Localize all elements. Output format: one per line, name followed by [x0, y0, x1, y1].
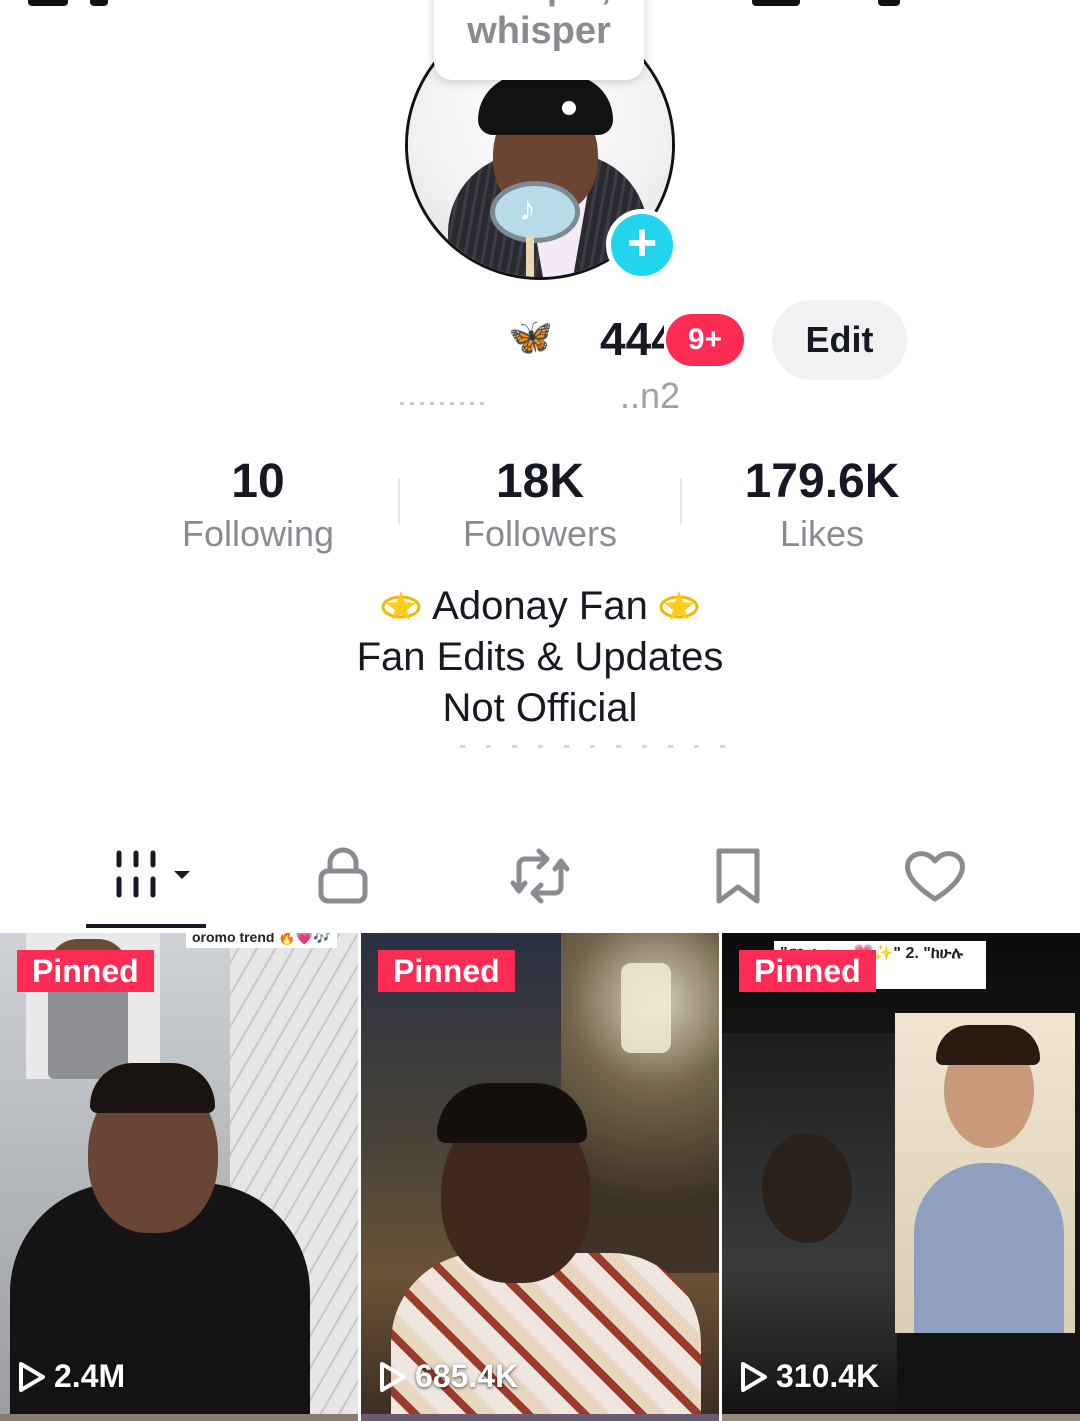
- butterfly-icon: 🦋: [508, 316, 553, 357]
- bubble-line-1: whisper,: [434, 0, 644, 8]
- pinned-badge: Pinned: [378, 950, 515, 992]
- stat-value: 179.6K: [744, 455, 900, 508]
- notification-badge[interactable]: 9+: [666, 314, 744, 366]
- stat-followers[interactable]: 18K Followers: [420, 452, 660, 556]
- tab-videos[interactable]: [112, 845, 196, 907]
- video-tile[interactable]: Pinned 685.4K: [361, 933, 719, 1421]
- video-tile-next: [0, 1414, 358, 1421]
- bubble-line-2: whisper: [467, 10, 611, 52]
- video-tile-next: [361, 1414, 719, 1421]
- status-bubble[interactable]: whisper, whisper: [434, 0, 644, 80]
- add-story-button[interactable]: +: [606, 209, 678, 281]
- tab-private[interactable]: [308, 845, 378, 907]
- bio-line-3: Not Official: [442, 686, 638, 730]
- play-icon: [380, 1362, 406, 1392]
- video-caption: oromo trend 🔥💗🎶: [186, 933, 337, 948]
- tab-favorites[interactable]: [703, 845, 773, 907]
- status-bar-fragment: [752, 0, 800, 6]
- bio-line-1: Adonay Fan: [0, 580, 1080, 632]
- stat-label: Followers: [462, 513, 618, 554]
- dizzy-star-icon: [381, 591, 421, 620]
- play-icon: [19, 1362, 45, 1392]
- play-icon: [741, 1362, 767, 1392]
- view-count: 2.4M: [18, 1358, 125, 1395]
- bookmark-icon: [716, 848, 760, 904]
- tab-liked[interactable]: [900, 845, 970, 907]
- stat-divider: [680, 478, 682, 524]
- videos-grid-icon: [116, 850, 190, 898]
- stat-following[interactable]: 10 Following: [138, 452, 378, 556]
- tab-reposts[interactable]: [505, 845, 575, 907]
- bio-link-fragment: [460, 745, 730, 748]
- subline-text: ..n2: [620, 380, 681, 412]
- tab-underline: [86, 924, 206, 928]
- pinned-badge: Pinned: [17, 950, 154, 992]
- subline-fragment: [400, 402, 490, 405]
- plus-icon: +: [626, 214, 658, 272]
- repost-icon: [510, 848, 570, 904]
- video-tile[interactable]: "ርን ሩ ዐሙ 💗✨" 2. "ከሁሉ ሸንፋል! 🫶" Pinned 310…: [722, 933, 1080, 1421]
- stat-likes[interactable]: 179.6K Likes: [702, 452, 942, 556]
- view-count: 310.4K: [740, 1358, 879, 1395]
- stat-label: Likes: [779, 513, 865, 554]
- bubble-tail: [562, 101, 576, 115]
- lock-icon: [318, 847, 368, 904]
- status-bar-fragment: [90, 0, 108, 6]
- stat-value: 10: [231, 455, 285, 508]
- username: 444: [600, 313, 664, 365]
- bio-line-2: Fan Edits & Updates: [356, 635, 724, 679]
- video-tile[interactable]: oromo trend 🔥💗🎶 Pinned 2.4M: [0, 933, 358, 1421]
- edit-profile-button[interactable]: Edit: [772, 300, 907, 380]
- heart-icon: [905, 851, 965, 902]
- status-bar-fragment: [878, 0, 900, 6]
- pinned-badge: Pinned: [739, 950, 876, 992]
- status-bar-fragment: [28, 0, 68, 6]
- view-count: 685.4K: [379, 1358, 518, 1395]
- dizzy-star-icon: [659, 591, 699, 620]
- profile-page: ♪ whisper, whisper + 444 🦋 9+ Edit ..n2 …: [0, 0, 1080, 1421]
- stat-label: Following: [181, 513, 335, 554]
- video-tile-next: [722, 1414, 1080, 1421]
- stat-divider: [398, 478, 400, 524]
- stat-value: 18K: [495, 455, 585, 508]
